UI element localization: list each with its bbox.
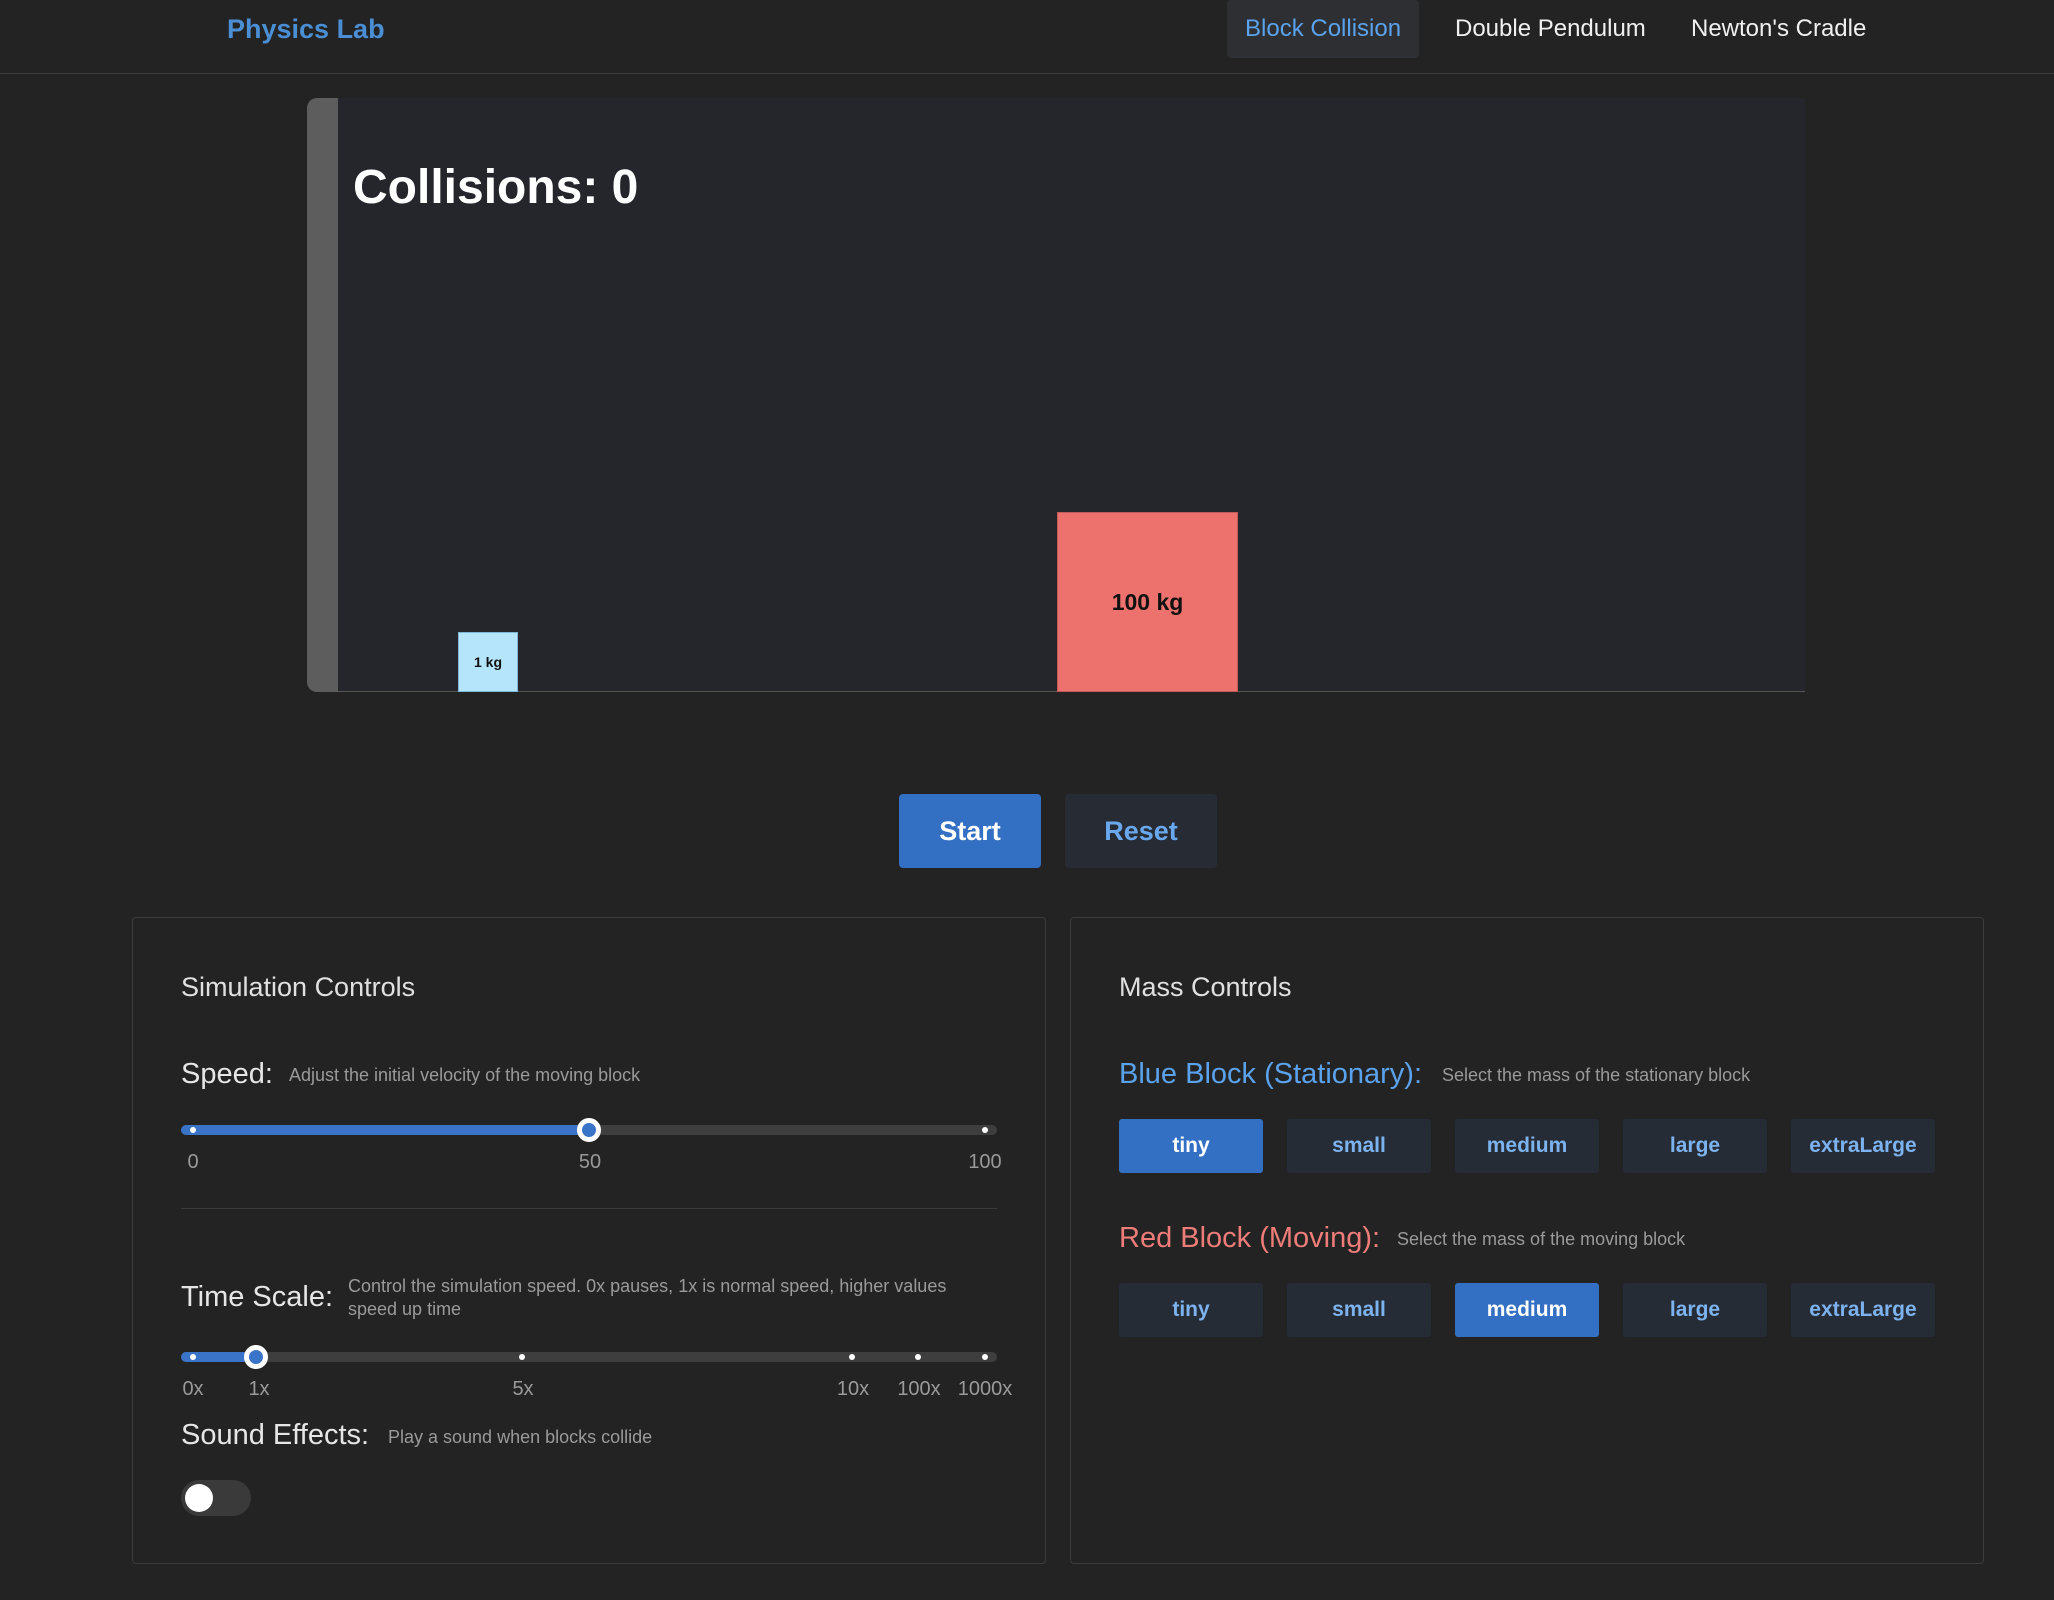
time-scale-tick-mark bbox=[519, 1354, 525, 1360]
time-scale-tick-label: 5x bbox=[512, 1378, 534, 1400]
toggle-knob bbox=[185, 1484, 213, 1512]
blue-mass-tiny-button[interactable]: tiny bbox=[1119, 1119, 1263, 1173]
simulation-controls-title: Simulation Controls bbox=[181, 972, 416, 1002]
brand-logo-text[interactable]: Physics Lab bbox=[227, 14, 385, 45]
time-scale-tick-mark bbox=[915, 1354, 921, 1360]
speed-tick-label: 100 bbox=[968, 1151, 1002, 1173]
time-scale-slider[interactable] bbox=[181, 1345, 997, 1369]
speed-label: Speed: bbox=[181, 1058, 273, 1090]
sound-effects-description: Play a sound when blocks collide bbox=[388, 1427, 653, 1447]
left-wall bbox=[307, 98, 338, 692]
red-block: 100 kg bbox=[1057, 512, 1238, 692]
simulation-canvas: Collisions: 0 1 kg 100 kg bbox=[307, 98, 1805, 692]
blue-mass-small-button[interactable]: small bbox=[1287, 1119, 1431, 1173]
nav-tab-block-collision[interactable]: Block Collision bbox=[1227, 0, 1420, 58]
speed-slider-thumb[interactable] bbox=[577, 1118, 601, 1142]
time-scale-tick-label: 1000x bbox=[957, 1378, 1013, 1400]
start-button[interactable]: Start bbox=[899, 794, 1041, 868]
speed-tick-label: 0 bbox=[187, 1151, 199, 1173]
time-scale-tick-mark bbox=[849, 1354, 855, 1360]
speed-description: Adjust the initial velocity of the movin… bbox=[289, 1065, 641, 1085]
sound-effects-toggle[interactable] bbox=[181, 1480, 251, 1516]
speed-tick-mark bbox=[982, 1127, 988, 1133]
time-scale-tick-label: 1x bbox=[248, 1378, 270, 1400]
red-mass-medium-button[interactable]: medium bbox=[1455, 1283, 1599, 1337]
red-mass-extralarge-button[interactable]: extraLarge bbox=[1791, 1283, 1935, 1337]
time-scale-tick-label: 100x bbox=[897, 1378, 941, 1400]
collision-counter: Collisions: 0 bbox=[353, 161, 639, 214]
red-mass-large-button[interactable]: large bbox=[1623, 1283, 1767, 1337]
reset-button[interactable]: Reset bbox=[1065, 794, 1217, 868]
blue-mass-large-button[interactable]: large bbox=[1623, 1119, 1767, 1173]
speed-slider-fill bbox=[181, 1125, 590, 1135]
nav-tab-double-pendulum[interactable]: Double Pendulum bbox=[1437, 0, 1664, 58]
blue-block: 1 kg bbox=[458, 632, 518, 692]
speed-tick-label: 50 bbox=[578, 1151, 602, 1173]
speed-slider[interactable] bbox=[181, 1118, 997, 1142]
speed-tick-mark bbox=[190, 1127, 196, 1133]
mass-controls-title: Mass Controls bbox=[1119, 972, 1292, 1002]
controls-divider bbox=[181, 1208, 997, 1209]
blue-mass-extralarge-button[interactable]: extraLarge bbox=[1791, 1119, 1935, 1173]
time-scale-tick-label: 0x bbox=[182, 1378, 204, 1400]
simulation-controls-panel: Simulation Controls Speed: Adjust the in… bbox=[132, 917, 1046, 1564]
red-block-description: Select the mass of the moving block bbox=[1397, 1229, 1686, 1249]
mass-controls-panel: Mass Controls Blue Block (Stationary): S… bbox=[1070, 917, 1984, 1564]
sound-effects-label: Sound Effects: bbox=[181, 1419, 370, 1451]
time-scale-label: Time Scale: bbox=[181, 1281, 334, 1313]
time-scale-tick-mark bbox=[190, 1354, 196, 1360]
red-block-heading: Red Block (Moving): bbox=[1119, 1222, 1381, 1254]
nav-tab-newtons-cradle[interactable]: Newton's Cradle bbox=[1673, 0, 1884, 58]
blue-block-description: Select the mass of the stationary block bbox=[1442, 1065, 1751, 1085]
time-scale-slider-thumb[interactable] bbox=[244, 1345, 268, 1369]
time-scale-description: Control the simulation speed. 0x pauses,… bbox=[348, 1276, 947, 1319]
blue-block-heading: Blue Block (Stationary): bbox=[1119, 1058, 1423, 1090]
time-scale-tick-label: 10x bbox=[836, 1378, 870, 1400]
top-nav-bar: Physics Lab Block Collision Double Pendu… bbox=[0, 0, 2054, 74]
red-mass-small-button[interactable]: small bbox=[1287, 1283, 1431, 1337]
blue-mass-medium-button[interactable]: medium bbox=[1455, 1119, 1599, 1173]
red-mass-tiny-button[interactable]: tiny bbox=[1119, 1283, 1263, 1337]
time-scale-tick-mark bbox=[982, 1354, 988, 1360]
